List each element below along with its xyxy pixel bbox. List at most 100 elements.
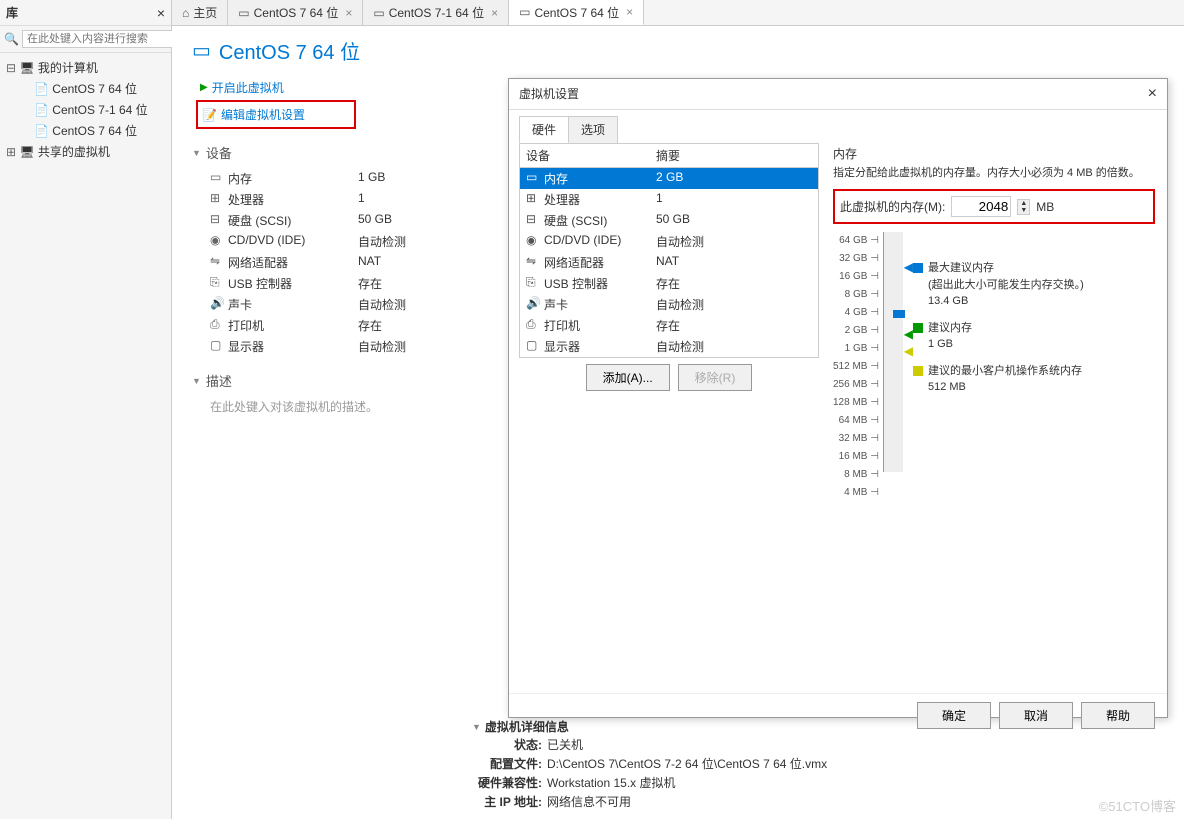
memory-scale-tick: 128 MB ⊣ [833, 394, 879, 410]
detail-value: 已关机 [547, 736, 583, 753]
hardware-item[interactable]: ⊞处理器1 [520, 189, 818, 210]
sidebar-close-icon[interactable]: × [157, 5, 165, 21]
page-title: ▭ CentOS 7 64 位 [192, 36, 1164, 65]
memory-scale-tick: 8 MB ⊣ [844, 466, 879, 482]
detail-value: D:\CentOS 7\CentOS 7-2 64 位\CentOS 7 64 … [547, 755, 827, 772]
spinner-up-icon[interactable]: ▲ [1018, 200, 1029, 207]
legend-min-label: 建议的最小客户机操作系统内存 [928, 363, 1082, 380]
tab-vm-active[interactable]: ▭CentOS 7 64 位× [509, 0, 644, 25]
dialog-cancel-button[interactable]: 取消 [999, 702, 1073, 729]
hw-value: 自动检测 [656, 338, 704, 355]
hw-value: 存在 [656, 317, 680, 334]
memory-scale-tick: 8 GB ⊣ [845, 286, 879, 302]
memory-input-highlighted: 此虚拟机的内存(M): ▲▼ MB [833, 189, 1155, 224]
tree-vm-item[interactable]: 📄 CentOS 7-1 64 位 [4, 99, 167, 120]
device-icon: ⊟ [210, 212, 228, 229]
tree-root-my-computer[interactable]: ⊟ 🖥 我的计算机 [4, 57, 167, 78]
tab-close-icon[interactable]: × [626, 5, 633, 19]
device-name: 打印机 [228, 317, 358, 334]
hardware-item[interactable]: ◉CD/DVD (IDE)自动检测 [520, 231, 818, 252]
hw-value: 50 GB [656, 212, 690, 229]
dialog-help-button[interactable]: 帮助 [1081, 702, 1155, 729]
hardware-item[interactable]: 🔊声卡自动检测 [520, 294, 818, 315]
memory-settings-panel: 内存 指定分配给此虚拟机的内存量。内存大小必须为 4 MB 的倍数。 此虚拟机的… [831, 143, 1157, 683]
legend-square-green [913, 323, 923, 333]
home-icon: ⌂ [182, 6, 189, 20]
vm-icon: ▭ [519, 5, 530, 19]
tab-vm[interactable]: ▭CentOS 7 64 位× [228, 0, 363, 25]
dialog-tab-options[interactable]: 选项 [568, 116, 618, 143]
tab-close-icon[interactable]: × [345, 6, 352, 20]
memory-title: 内存 [833, 145, 1155, 162]
tree-vm-item[interactable]: 📄 CentOS 7 64 位 [4, 120, 167, 141]
memory-scale-tick: 1 GB ⊣ [845, 340, 879, 356]
legend-max-value: 13.4 GB [928, 293, 1084, 310]
library-search-input[interactable] [22, 30, 174, 48]
hardware-item[interactable]: ⊟硬盘 (SCSI)50 GB [520, 210, 818, 231]
hw-col-summary: 摘要 [656, 147, 680, 164]
hardware-item[interactable]: ⎙打印机存在 [520, 315, 818, 336]
spinner-down-icon[interactable]: ▼ [1018, 207, 1029, 214]
hardware-item[interactable]: ⎘USB 控制器存在 [520, 273, 818, 294]
device-value: 存在 [358, 317, 382, 334]
device-icon: 🔊 [210, 296, 228, 313]
hw-name: 硬盘 (SCSI) [544, 212, 656, 229]
hw-icon: ⇋ [526, 254, 544, 271]
memory-input[interactable] [951, 196, 1011, 217]
dialog-tab-hardware[interactable]: 硬件 [519, 116, 569, 143]
memory-scale-tick: 2 GB ⊣ [845, 322, 879, 338]
sidebar-title: 库 [6, 4, 18, 21]
hw-icon: ▢ [526, 338, 544, 355]
hw-value: 1 [656, 191, 663, 208]
hw-icon: ⎘ [526, 275, 544, 292]
memory-scale-tick: 4 MB ⊣ [844, 484, 879, 500]
device-name: USB 控制器 [228, 275, 358, 292]
hw-name: 打印机 [544, 317, 656, 334]
memory-slider[interactable]: ◀ ◀ ◀ [883, 232, 903, 472]
hw-name: 声卡 [544, 296, 656, 313]
remove-hardware-button[interactable]: 移除(R) [678, 364, 753, 391]
hw-name: USB 控制器 [544, 275, 656, 292]
device-name: 声卡 [228, 296, 358, 313]
tree-vm-item[interactable]: 📄 CentOS 7 64 位 [4, 78, 167, 99]
memory-unit: MB [1036, 200, 1054, 214]
tree-shared-vms[interactable]: ⊞ 🖥 共享的虚拟机 [4, 141, 167, 162]
edit-settings-link[interactable]: 📝编辑虚拟机设置 [196, 100, 356, 129]
marker-min-icon: ◀ [904, 344, 913, 358]
slider-thumb[interactable] [893, 310, 905, 318]
vm-icon: ▭ [238, 6, 249, 20]
memory-scale-tick: 4 GB ⊣ [845, 304, 879, 320]
hw-icon: ⊞ [526, 191, 544, 208]
hw-icon: ◉ [526, 233, 544, 250]
edit-icon: 📝 [202, 108, 217, 122]
tab-close-icon[interactable]: × [491, 6, 498, 20]
hw-name: 内存 [544, 170, 656, 187]
device-name: 处理器 [228, 191, 358, 208]
hardware-item[interactable]: ▢显示器自动检测 [520, 336, 818, 357]
device-name: CD/DVD (IDE) [228, 233, 358, 250]
detail-value: Workstation 15.x 虚拟机 [547, 774, 676, 791]
tab-bar: ⌂主页 ▭CentOS 7 64 位× ▭CentOS 7-1 64 位× ▭C… [172, 0, 1184, 26]
marker-max-icon: ◀ [904, 260, 913, 274]
memory-scale-tick: 16 MB ⊣ [839, 448, 879, 464]
watermark: ©51CTO博客 [1099, 796, 1176, 815]
hw-name: 处理器 [544, 191, 656, 208]
hw-name: 显示器 [544, 338, 656, 355]
tab-vm[interactable]: ▭CentOS 7-1 64 位× [363, 0, 509, 25]
dialog-ok-button[interactable]: 确定 [917, 702, 991, 729]
tab-home[interactable]: ⌂主页 [172, 0, 228, 25]
legend-square-blue [913, 263, 923, 273]
hardware-item[interactable]: ▭内存2 GB [520, 168, 818, 189]
hardware-item[interactable]: ⇋网络适配器NAT [520, 252, 818, 273]
legend-rec-label: 建议内存 [928, 320, 972, 337]
memory-scale-tick: 32 MB ⊣ [839, 430, 879, 446]
add-hardware-button[interactable]: 添加(A)... [586, 364, 670, 391]
memory-scale-tick: 16 GB ⊣ [839, 268, 879, 284]
dialog-close-icon[interactable]: × [1148, 85, 1157, 103]
device-icon: ⊞ [210, 191, 228, 208]
device-value: 自动检测 [358, 233, 406, 250]
hardware-list-panel: 设备 摘要 ▭内存2 GB⊞处理器1⊟硬盘 (SCSI)50 GB◉CD/DVD… [519, 143, 819, 358]
device-value: 1 GB [358, 170, 385, 187]
vm-settings-dialog: 虚拟机设置 × 硬件 选项 设备 摘要 ▭内存2 GB⊞处理器1⊟硬盘 (SCS… [508, 78, 1168, 718]
memory-spinner[interactable]: ▲▼ [1017, 199, 1030, 215]
